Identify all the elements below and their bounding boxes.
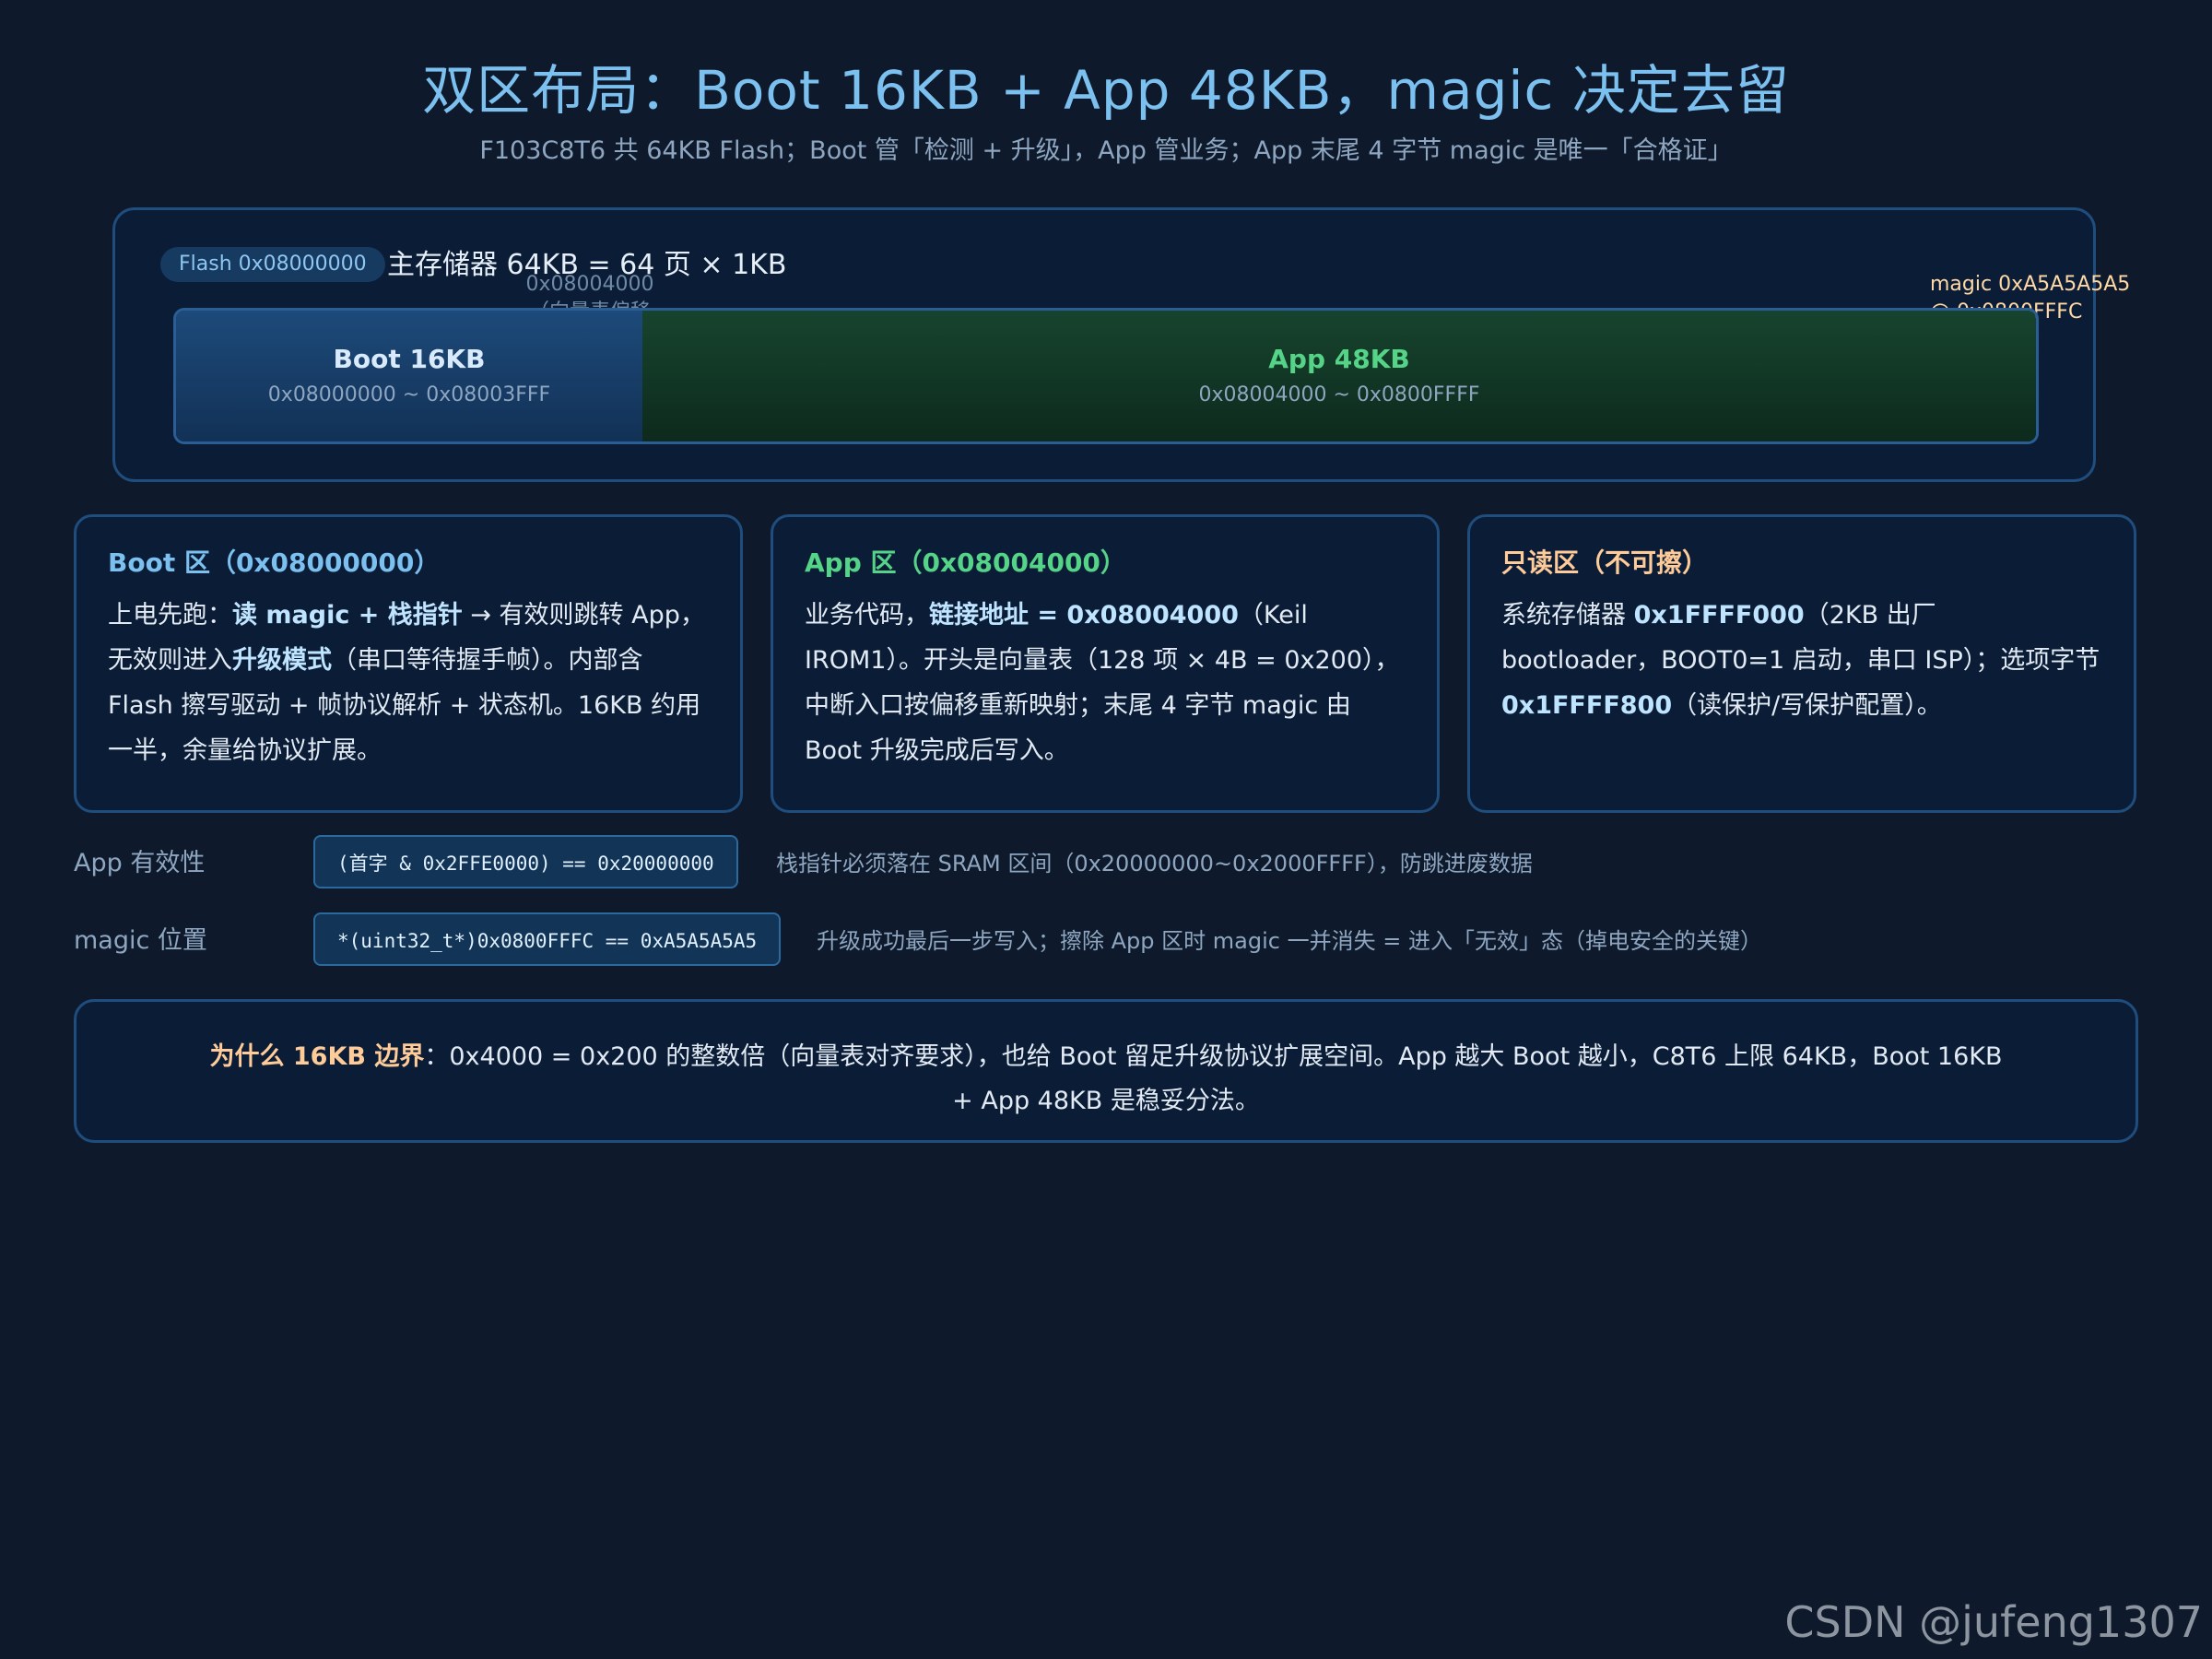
boot-card-text: 上电先跑： [108,601,232,629]
app-segment-name: App 48KB [1268,344,1410,374]
boot-segment-range: 0x08000000 ~ 0x08003FFF [267,383,551,406]
app-segment: App 48KB 0x08004000 ~ 0x0800FFFF [642,311,2036,441]
readonly-region-card: 只读区（不可擦） 系统存储器 0x1FFFF000（2KB 出厂 bootloa… [1467,514,2136,813]
validity-note: 栈指针必须落在 SRAM 区间（0x20000000~0x2000FFFF），防… [776,851,1533,877]
rationale-text: ：0x4000 = 0x200 的整数倍（向量表对齐要求），也给 Boot 留足… [424,1042,2003,1115]
readonly-card-highlight: 0x1FFFF800 [1501,691,1673,720]
boot-segment-name: Boot 16KB [333,344,486,374]
magic-code: *(uint32_t*)0x0800FFFC == 0xA5A5A5A5 [313,912,782,966]
watermark: CSDN @jufeng1307 [1784,1597,2203,1647]
app-card-title: App 区（0x08004000） [805,547,1126,578]
app-segment-range: 0x08004000 ~ 0x0800FFFF [1198,383,1480,406]
magic-note: 升级成功最后一步写入；擦除 App 区时 magic 一并消失 = 进入「无效」… [817,928,1762,954]
boundary-rationale-box: 为什么 16KB 边界：0x4000 = 0x200 的整数倍（向量表对齐要求）… [74,999,2138,1143]
app-card-highlight: 链接地址 = 0x08004000 [929,601,1239,629]
magic-value: magic 0xA5A5A5A5 [1930,273,2131,296]
validity-code: (首字 & 0x2FFE0000) == 0x20000000 [313,835,738,888]
boot-region-card: Boot 区（0x08000000） 上电先跑：读 magic + 栈指针 → … [74,514,743,813]
page-subtitle: F103C8T6 共 64KB Flash；Boot 管「检测 + 升级」，Ap… [479,136,1733,165]
boot-card-highlight: 升级模式 [232,646,332,675]
readonly-card-title: 只读区（不可擦） [1501,547,1709,578]
boot-card-title: Boot 区（0x08000000） [108,547,441,578]
magic-row-label: magic 位置 [74,926,207,955]
page-title: 双区布局：Boot 16KB + App 48KB，magic 决定去留 [422,59,1790,122]
readonly-card-highlight: 0x1FFFF000 [1633,601,1805,629]
boot-card-body: 上电先跑：读 magic + 栈指针 → 有效则跳转 App，无效则进入升级模式… [108,593,709,773]
flash-base-badge: Flash 0x08000000 [160,247,385,282]
boundary-address: 0x08004000 [525,273,654,296]
rationale-lead: 为什么 16KB 边界 [209,1042,425,1071]
readonly-card-text: （读保护/写保护配置）。 [1672,691,1942,720]
flash-bar: Boot 16KB 0x08000000 ~ 0x08003FFF App 48… [173,308,2039,444]
readonly-card-body: 系统存储器 0x1FFFF000（2KB 出厂 bootloader，BOOT0… [1501,593,2102,728]
app-card-text: 业务代码， [805,601,929,629]
boot-segment: Boot 16KB 0x08000000 ~ 0x08003FFF [176,311,642,441]
validity-row-label: App 有效性 [74,849,206,877]
readonly-card-text: 系统存储器 [1501,601,1634,629]
app-region-card: App 区（0x08004000） 业务代码，链接地址 = 0x08004000… [771,514,1440,813]
app-card-body: 业务代码，链接地址 = 0x08004000（Keil IROM1）。开头是向量… [805,593,1406,773]
boot-card-highlight: 读 magic + 栈指针 [232,601,463,629]
